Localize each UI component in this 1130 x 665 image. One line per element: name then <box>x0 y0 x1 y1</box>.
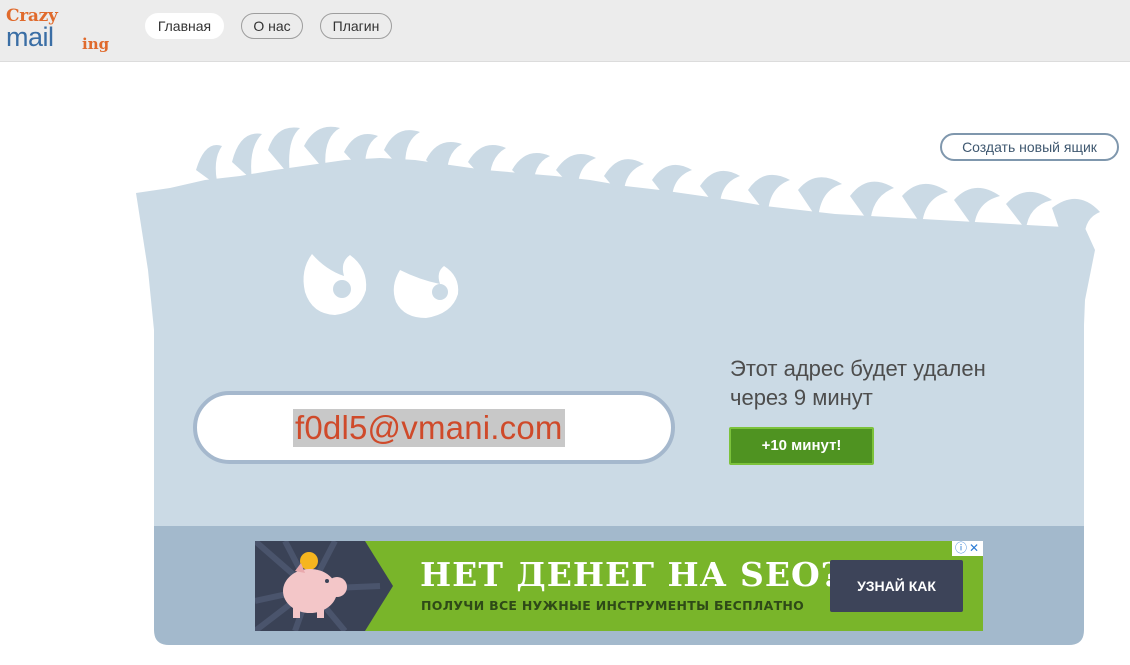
close-icon[interactable]: ✕ <box>969 541 979 556</box>
ad-choices[interactable]: ⓘ ✕ <box>952 541 983 556</box>
email-address[interactable]: f0dl5@vmani.com <box>293 409 565 447</box>
extend-10-minutes-button[interactable]: +10 минут! <box>729 427 874 465</box>
create-new-mailbox-button[interactable]: Создать новый ящик <box>940 133 1119 161</box>
nav-plugin[interactable]: Плагин <box>320 13 392 39</box>
nav-home[interactable]: Главная <box>145 13 224 39</box>
ad-cta-button[interactable]: УЗНАЙ КАК <box>830 560 963 612</box>
info-icon[interactable]: ⓘ <box>955 541 967 556</box>
ad-subtitle: ПОЛУЧИ ВСЕ НУЖНЫЕ ИНСТРУМЕНТЫ БЕСПЛАТНО <box>421 598 805 613</box>
expiry-line-2: через 9 минут <box>730 385 873 410</box>
logo[interactable]: Crazy mail ing <box>6 6 116 58</box>
logo-word-mail: mail <box>6 22 54 52</box>
piggy-bank-icon <box>255 541 393 631</box>
nav-about[interactable]: О нас <box>241 13 303 39</box>
expiry-line-1: Этот адрес будет удален <box>730 356 986 381</box>
email-field[interactable]: f0dl5@vmani.com <box>193 391 675 464</box>
expiry-message: Этот адрес будет удален через 9 минут <box>730 354 1050 412</box>
logo-word-ing: ing <box>82 35 110 53</box>
top-bar: Crazy mail ing Главная О нас Плагин <box>0 0 1130 62</box>
ad-banner[interactable]: НЕТ ДЕНЕГ НА SEO? ПОЛУЧИ ВСЕ НУЖНЫЕ ИНСТ… <box>255 541 983 631</box>
ad-title: НЕТ ДЕНЕГ НА SEO? <box>420 555 842 594</box>
